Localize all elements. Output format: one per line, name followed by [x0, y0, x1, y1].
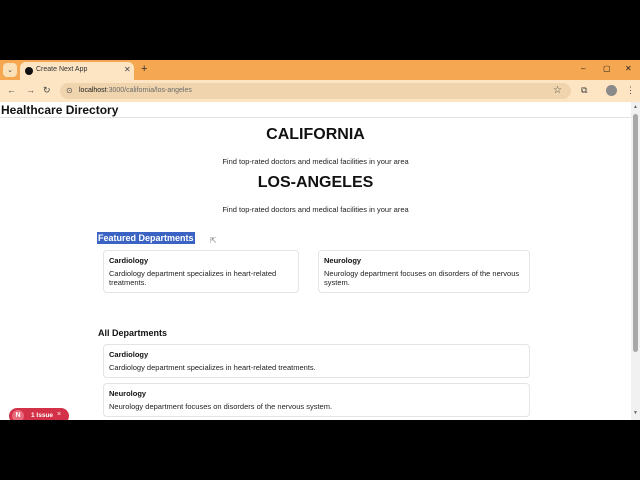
- vertical-scrollbar[interactable]: ▲ ▼: [631, 102, 640, 420]
- featured-card-cardiology[interactable]: Cardiology Cardiology department special…: [103, 250, 299, 293]
- tab-active[interactable]: Create Next App ✕: [20, 62, 134, 80]
- department-name: Neurology: [109, 389, 147, 398]
- reload-icon[interactable]: ↻: [43, 85, 51, 96]
- url-path: :3000/california/los-angeles: [106, 87, 192, 94]
- featured-card-neurology[interactable]: Neurology Neurology department focuses o…: [318, 250, 530, 293]
- site-title: Healthcare Directory: [1, 103, 119, 117]
- mouse-cursor-icon: ⇱: [210, 236, 217, 245]
- department-description: Cardiology department specializes in hea…: [109, 363, 316, 372]
- new-tab-button[interactable]: +: [141, 62, 147, 76]
- header-divider: [0, 117, 631, 118]
- state-subtitle: Find top-rated doctors and medical facil…: [222, 157, 409, 166]
- maximize-button[interactable]: ▢: [603, 64, 611, 74]
- minimize-button[interactable]: –: [581, 64, 585, 74]
- card-title: Neurology: [324, 256, 362, 265]
- all-departments-heading: All Departments: [98, 328, 168, 338]
- card-title: Cardiology: [109, 256, 149, 265]
- featured-departments-heading: Featured Departments: [97, 232, 195, 244]
- url-host: localhost: [79, 87, 107, 94]
- tab-title: Create Next App: [36, 66, 88, 73]
- toolbar: ← → ↻ ⊙ localhost:3000/california/los-an…: [0, 80, 640, 102]
- tab-strip: ⌄ Create Next App ✕ + – ▢ ✕: [0, 60, 640, 80]
- more-menu-icon[interactable]: ⋮: [626, 85, 635, 96]
- issues-count: 1 Issue: [31, 412, 54, 419]
- bookmark-star-icon[interactable]: ☆: [553, 85, 562, 96]
- close-window-button[interactable]: ✕: [625, 64, 632, 74]
- extensions-icon[interactable]: ⧉: [581, 85, 587, 96]
- address-bar[interactable]: ⊙ localhost:3000/california/los-angeles: [60, 83, 571, 99]
- browser-window: ⌄ Create Next App ✕ + – ▢ ✕ ← → ↻ ⊙ loca…: [0, 60, 640, 420]
- url-text: localhost:3000/california/los-angeles: [79, 87, 192, 94]
- state-heading: CALIFORNIA: [266, 126, 365, 143]
- tab-search-button[interactable]: ⌄: [3, 63, 17, 77]
- department-name: Cardiology: [109, 350, 149, 359]
- site-info-icon[interactable]: ⊙: [66, 86, 73, 95]
- nextjs-logo-icon: N: [12, 410, 24, 420]
- card-description: Cardiology department specializes in hea…: [109, 269, 277, 287]
- nextjs-issues-badge[interactable]: N 1 Issue ×: [9, 408, 69, 420]
- back-arrow-icon[interactable]: ←: [7, 85, 16, 96]
- list-item[interactable]: Cardiology Cardiology department special…: [103, 344, 530, 378]
- forward-arrow-icon[interactable]: →: [26, 85, 35, 96]
- close-icon[interactable]: ✕: [124, 65, 131, 74]
- letterbox-bottom: [0, 420, 640, 480]
- scrollbar-thumb[interactable]: [633, 114, 638, 352]
- list-item[interactable]: Neurology Neurology department focuses o…: [103, 383, 530, 417]
- page-content: Healthcare Directory CALIFORNIA Find top…: [0, 102, 640, 420]
- scroll-up-icon[interactable]: ▲: [633, 104, 638, 110]
- city-subtitle: Find top-rated doctors and medical facil…: [222, 205, 409, 214]
- card-description: Neurology department focuses on disorder…: [324, 269, 520, 287]
- city-heading: LOS-ANGELES: [257, 174, 374, 191]
- department-description: Neurology department focuses on disorder…: [109, 402, 333, 411]
- scroll-down-icon[interactable]: ▼: [633, 410, 638, 416]
- favicon-icon: [25, 67, 33, 75]
- letterbox-top: [0, 0, 640, 60]
- profile-avatar[interactable]: [606, 85, 617, 96]
- close-icon[interactable]: ×: [57, 411, 61, 418]
- chevron-down-icon: ⌄: [7, 66, 13, 74]
